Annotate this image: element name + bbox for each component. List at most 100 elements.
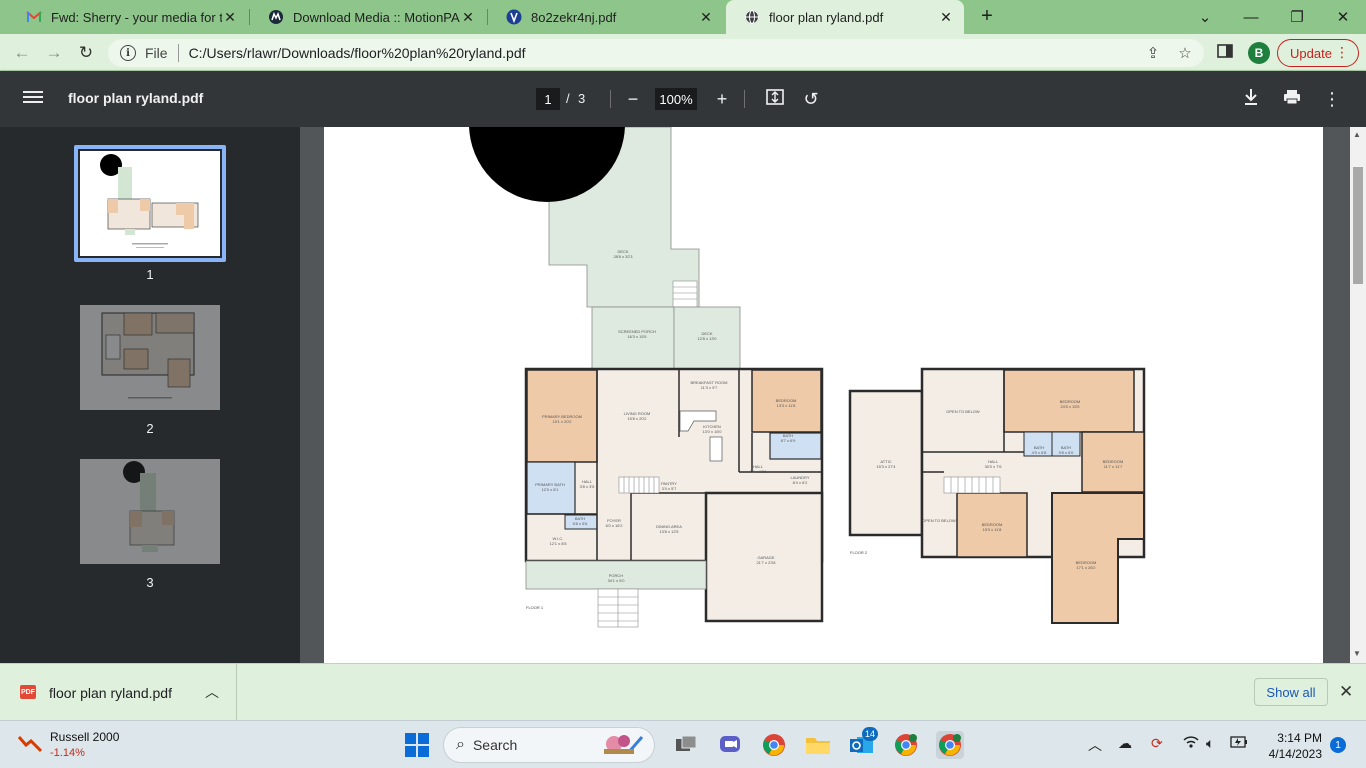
chevron-up-icon[interactable]: ︿ — [205, 682, 219, 702]
tab-floor-plan[interactable]: floor plan ryland.pdf ✕ — [726, 0, 964, 34]
tab-strip: Fwd: Sherry - your media for the ✕ Downl… — [0, 0, 1366, 34]
fit-page-icon — [766, 88, 784, 110]
forward-button[interactable]: → — [41, 40, 67, 66]
sidebar-menu-button[interactable] — [23, 88, 43, 108]
globe-icon — [744, 9, 760, 25]
volume-icon[interactable]: 🔈︎ — [1206, 735, 1214, 752]
ticker-change: -1.14% — [50, 747, 85, 759]
download-button[interactable] — [1239, 87, 1263, 111]
room-dims: 13'8 x 12'5 — [659, 529, 679, 534]
zoom-input[interactable]: 100% — [655, 88, 697, 110]
more-options-button[interactable]: ⋮ — [1320, 87, 1344, 111]
share-icon[interactable]: ⇪ — [1144, 44, 1162, 62]
reload-button[interactable]: ↻ — [73, 40, 99, 66]
bookmark-star-icon[interactable]: ☆ — [1176, 44, 1194, 62]
scrollbar-thumb[interactable] — [1353, 167, 1363, 284]
tab-motionpads[interactable]: Download Media :: MotionPADs ✕ — [250, 0, 486, 34]
room-dims: 11'7 x 11'7 — [1104, 464, 1123, 469]
thumbnail-page-2[interactable] — [80, 305, 220, 410]
tab-pdf-download[interactable]: 8o2zekr4nj.pdf ✕ — [488, 0, 724, 34]
fit-page-button[interactable] — [763, 87, 787, 111]
room-dims: 12'8 x 13'0 — [697, 336, 717, 341]
browser-toolbar: ← → ↻ i File C:/Users/rlawr/Downloads/fl… — [0, 34, 1366, 71]
back-arrow-icon: ← — [13, 43, 31, 62]
chevron-up-icon[interactable]: ︿ — [1088, 735, 1102, 755]
page-number-input[interactable]: 1 — [536, 88, 560, 110]
room-label: OPEN TO BELOW — [922, 518, 956, 523]
chrome-active-icon[interactable] — [936, 731, 964, 759]
wifi-icon[interactable] — [1183, 735, 1199, 752]
chrome-icon[interactable] — [760, 731, 788, 759]
close-tab-icon[interactable]: ✕ — [222, 9, 238, 25]
restore-icon: ❐ — [1290, 9, 1304, 26]
pdf-viewport[interactable]: DECK 28'8 x 32'3 SCREENED PORCH 16'3 x 1… — [300, 127, 1366, 663]
room-dims: 24'5 x 15'5 — [1060, 404, 1080, 409]
rotate-button[interactable]: ↺ — [799, 87, 823, 111]
thumbnail-page-1[interactable] — [80, 151, 220, 256]
forward-arrow-icon: → — [45, 43, 63, 62]
battery-icon[interactable] — [1230, 735, 1248, 751]
notification-badge: 14 — [862, 727, 878, 741]
address-bar[interactable]: i File C:/Users/rlawr/Downloads/floor%20… — [108, 39, 1204, 67]
vertical-scrollbar[interactable]: ▲ ▼ — [1350, 127, 1366, 663]
search-icon: ⌕ — [456, 736, 465, 753]
ticker-name: Russell 2000 — [50, 730, 120, 744]
room-dims: 15'8 x 20'2 — [627, 416, 647, 421]
windows-taskbar: Russell 2000 -1.14% ⌕ Search 14 ︿ ☁ ⟳ 🔈︎ — [0, 720, 1366, 768]
stock-chart-icon — [17, 733, 43, 753]
room-dims: 34'1 x 5'0 — [608, 578, 626, 583]
download-item[interactable]: PDF floor plan ryland.pdf ︿ — [0, 664, 237, 720]
taskbar-search[interactable]: ⌕ Search — [443, 727, 655, 763]
close-icon: ✕ — [1336, 9, 1350, 26]
thumbnail-sidebar: 1 2 3 — [0, 127, 300, 663]
pdf-page: DECK 28'8 x 32'3 SCREENED PORCH 16'3 x 1… — [324, 127, 1323, 663]
tab-title: 8o2zekr4nj.pdf — [531, 9, 617, 25]
scroll-up-icon[interactable]: ▲ — [1353, 130, 1361, 139]
chrome-profile-icon[interactable] — [892, 731, 920, 759]
notification-count-badge[interactable]: 1 — [1330, 737, 1346, 753]
update-button[interactable]: Update ⋮ — [1277, 39, 1359, 67]
motionpads-icon — [268, 9, 284, 25]
close-tab-icon[interactable]: ✕ — [460, 9, 476, 25]
close-downloads-icon[interactable]: ✕ — [1339, 682, 1353, 702]
info-icon[interactable]: i — [120, 45, 136, 61]
room-label: OPEN TO BELOW — [946, 409, 980, 414]
tab-search-button[interactable]: ⌄ — [1182, 0, 1228, 34]
stock-widget[interactable]: Russell 2000 -1.14% — [17, 730, 120, 759]
thumbnail-number: 2 — [146, 421, 154, 436]
minimize-button[interactable]: — — [1228, 0, 1274, 34]
onedrive-cloud-icon[interactable]: ☁ — [1118, 735, 1132, 752]
chevron-down-icon: ⌄ — [1198, 9, 1212, 26]
new-tab-button[interactable]: + — [976, 6, 998, 28]
url-text[interactable]: C:/Users/rlawr/Downloads/floor%20plan%20… — [189, 45, 526, 61]
thumbnail-page-3[interactable] — [80, 459, 220, 564]
side-panel-button[interactable] — [1212, 40, 1238, 66]
scroll-down-icon[interactable]: ▼ — [1353, 649, 1361, 658]
sync-icon[interactable]: ⟳ — [1151, 735, 1163, 752]
file-explorer-icon[interactable] — [804, 731, 832, 759]
close-tab-icon[interactable]: ✕ — [938, 9, 954, 25]
zoom-out-button[interactable]: − — [621, 87, 645, 111]
close-tab-icon[interactable]: ✕ — [698, 9, 714, 25]
zoom-in-button[interactable]: + — [710, 87, 734, 111]
room-dims: 16'3 x 15'5 — [627, 334, 647, 339]
profile-avatar[interactable]: B — [1248, 42, 1270, 64]
room-dims: 7'4 x 10'6 — [750, 469, 768, 474]
room-dims: 12'0 x 8'1 — [542, 487, 560, 492]
restore-button[interactable]: ❐ — [1274, 0, 1320, 34]
system-clock[interactable]: 3:14 PM 4/14/2023 — [1262, 730, 1322, 762]
page-total: 3 — [578, 91, 586, 106]
close-window-button[interactable]: ✕ — [1320, 0, 1366, 34]
outlook-icon[interactable]: 14 — [848, 727, 878, 759]
task-view-icon[interactable] — [672, 731, 700, 759]
room-dims: 13'0 x 16'0 — [702, 429, 722, 434]
start-button[interactable] — [405, 733, 429, 757]
back-button[interactable]: ← — [9, 40, 35, 66]
print-button[interactable] — [1280, 87, 1304, 111]
show-all-button[interactable]: Show all — [1254, 678, 1328, 706]
thumbnail-number: 1 — [146, 267, 154, 282]
more-vert-icon: ⋮ — [1335, 44, 1349, 60]
teams-chat-icon[interactable] — [716, 731, 744, 759]
thumbnail-number: 3 — [146, 575, 154, 590]
tab-gmail[interactable]: Fwd: Sherry - your media for the ✕ — [8, 0, 248, 34]
